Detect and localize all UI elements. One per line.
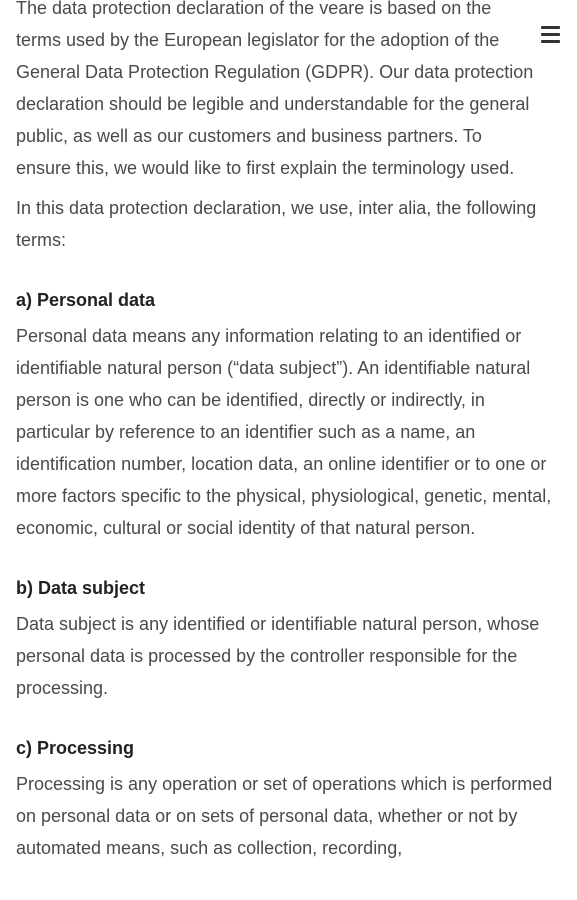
menu-bar <box>541 26 560 29</box>
section-heading: c) Processing <box>16 738 135 758</box>
terms-intro-paragraph: In this data protection declaration, we … <box>16 198 537 250</box>
menu-bar <box>541 33 560 36</box>
section-processing: c) Processing Processing is any operatio… <box>16 732 561 864</box>
privacy-content: The data protection declaration of the v… <box>16 0 561 872</box>
section-body: Processing is any operation or set of op… <box>16 774 553 858</box>
section-heading: b) Data subject <box>16 578 146 598</box>
section-personal-data: a) Personal data Personal data means any… <box>16 284 561 544</box>
intro-paragraph: The data protection declaration of the v… <box>16 0 534 178</box>
hamburger-menu-icon[interactable] <box>538 24 562 46</box>
section-data-subject: b) Data subject Data subject is any iden… <box>16 572 561 704</box>
menu-bar <box>541 40 560 43</box>
section-heading: a) Personal data <box>16 290 156 310</box>
section-body: Personal data means any information rela… <box>16 326 552 538</box>
section-body: Data subject is any identified or identi… <box>16 614 540 698</box>
